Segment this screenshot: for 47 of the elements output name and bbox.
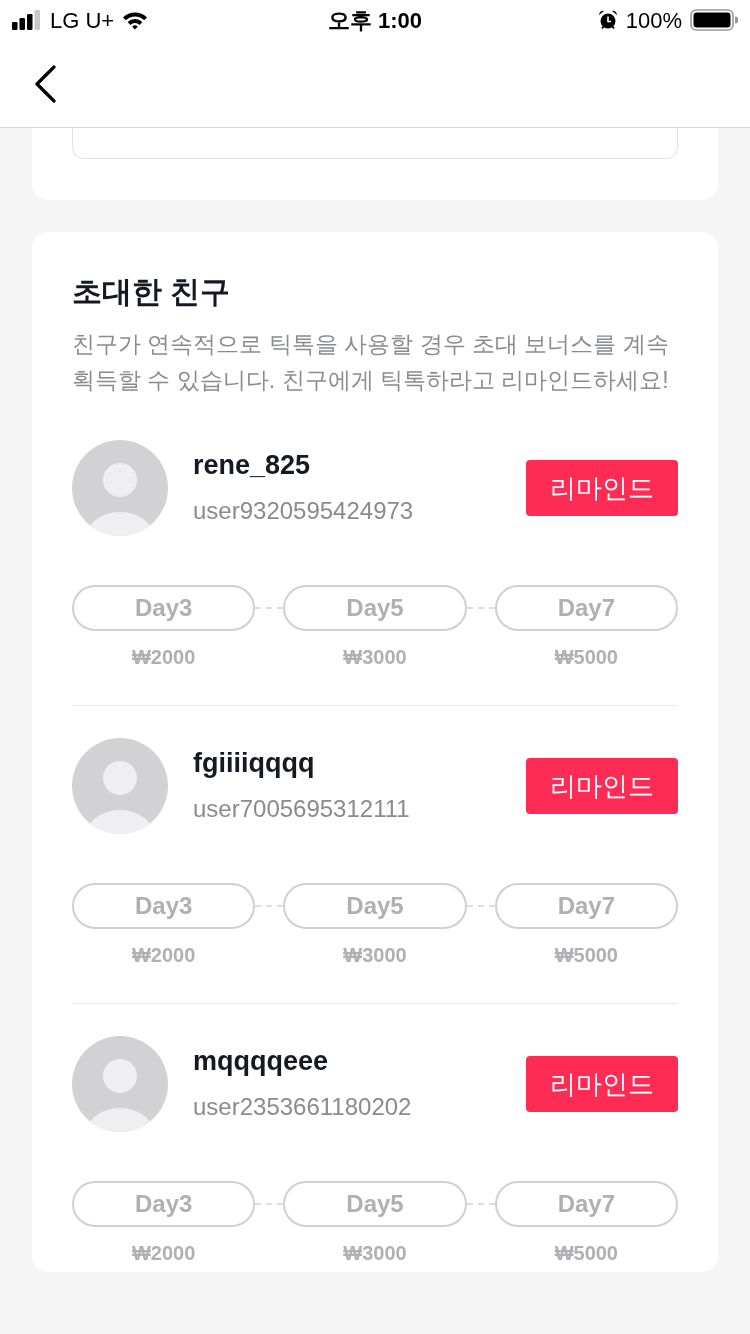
milestone-reward: ₩5000 <box>554 1241 618 1265</box>
milestone-day: Day3 <box>72 585 256 631</box>
milestone-reward: ₩2000 <box>131 645 196 669</box>
section-title: 초대한 친구 <box>72 274 232 310</box>
friend-user-id: user2353661180202 <box>193 1092 413 1122</box>
dashed-connector <box>466 607 495 609</box>
battery-icon <box>690 9 738 31</box>
avatar-icon <box>72 440 168 536</box>
friend-name: rene_825 <box>193 449 312 482</box>
avatar-icon <box>72 1036 168 1132</box>
dashed-connector <box>255 607 284 609</box>
signal-icon <box>12 10 42 30</box>
milestone-reward: ₩5000 <box>554 645 618 669</box>
dashed-connector <box>466 1203 495 1205</box>
section-description: 친구가 연속적으로 틱톡을 사용할 경우 초대 보너스를 계속 획득할 수 있습니다. 친구에게 틱톡하라고 리마인드하세요! <box>72 330 670 395</box>
friend-name: mqqqqeee <box>193 1045 330 1078</box>
back-button[interactable] <box>33 64 57 103</box>
friend-name: fgiiiiqqqq <box>193 747 316 780</box>
friend-user-id: user7005695312111 <box>193 794 411 824</box>
avatar-icon <box>72 738 168 834</box>
milestone-reward: ₩2000 <box>131 943 196 967</box>
dashed-connector <box>255 1203 284 1205</box>
milestone-reward: ₩5000 <box>554 943 618 967</box>
wifi-icon <box>122 10 149 30</box>
remind-button[interactable]: 리마인드 <box>526 758 678 814</box>
milestone-day: Day7 <box>494 1181 678 1227</box>
remind-button[interactable]: 리마인드 <box>526 460 678 516</box>
milestone-day: Day3 <box>72 883 256 929</box>
milestone-day: Day7 <box>494 883 678 929</box>
battery-percent: 100% <box>625 6 682 35</box>
milestone-reward: ₩3000 <box>343 1241 407 1265</box>
carrier-name: LG U+ <box>50 6 115 35</box>
milestone-day: Day5 <box>283 883 467 929</box>
milestone-day: Day5 <box>283 585 467 631</box>
milestone-reward: ₩3000 <box>343 943 407 967</box>
chevron-left-icon <box>33 64 57 103</box>
milestone-reward: ₩2000 <box>131 1241 196 1265</box>
remind-button[interactable]: 리마인드 <box>526 1056 678 1112</box>
milestone-day: Day5 <box>283 1181 467 1227</box>
milestone-reward: ₩3000 <box>343 645 407 669</box>
dashed-connector <box>466 905 495 907</box>
dashed-connector <box>255 905 284 907</box>
friend-user-id: user9320595424973 <box>193 496 415 526</box>
milestone-day: Day7 <box>494 585 678 631</box>
status-time: 오후 1:00 <box>327 6 423 35</box>
milestone-day: Day3 <box>72 1181 256 1227</box>
alarm-clock-icon <box>597 10 618 30</box>
